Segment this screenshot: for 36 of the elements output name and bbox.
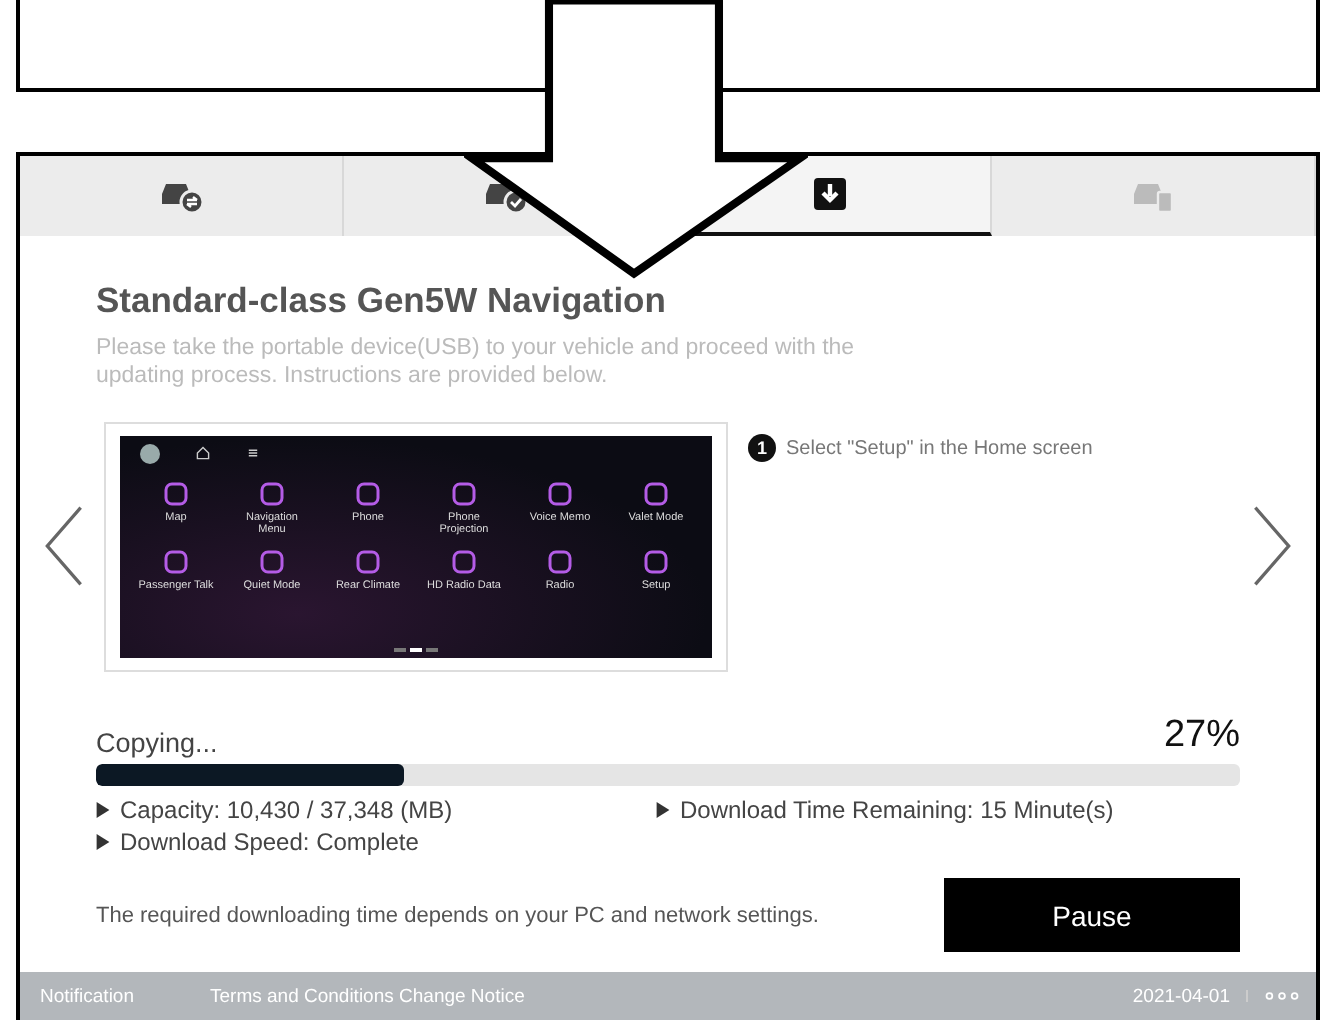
menu-icon — [246, 446, 260, 460]
home-icon — [196, 446, 210, 460]
percent-text: 27% — [1163, 714, 1240, 758]
rounded-square-icon[interactable] — [354, 547, 382, 575]
triangle-bullet-icon — [96, 834, 110, 850]
instruction-text: Select "Setup" in the Home screen — [786, 437, 1093, 459]
info-text: Capacity: 10,430 / 37,348 (MB) — [120, 796, 453, 824]
rounded-square-icon[interactable] — [546, 547, 574, 575]
triangle-bullet-icon — [656, 802, 670, 818]
rounded-square-icon[interactable] — [546, 479, 574, 507]
footer-link[interactable]: Terms and Conditions Change Notice — [210, 985, 525, 1007]
rounded-square-icon[interactable] — [450, 479, 478, 507]
rounded-square-icon[interactable] — [162, 547, 190, 575]
status-text: Copying... — [96, 728, 218, 758]
car-device-icon — [1129, 178, 1177, 214]
rounded-square-icon[interactable] — [258, 547, 286, 575]
rounded-square-icon[interactable] — [258, 479, 286, 507]
info-text: Download Speed: Complete — [120, 828, 419, 856]
triangle-bullet-icon — [96, 802, 110, 818]
date-text: 2021-04-01 — [1132, 985, 1230, 1007]
car-swap-icon — [157, 178, 205, 214]
rounded-square-icon[interactable] — [162, 479, 190, 507]
step-number-badge: 1 — [748, 434, 776, 462]
description-text: Please take the portable device(USB) to your vehicle and proceed with the updating process. Instructions are provided below. — [96, 334, 857, 390]
previous-chevron-icon[interactable] — [44, 502, 84, 590]
next-chevron-icon[interactable] — [1252, 502, 1292, 590]
footer-link[interactable]: Notification — [40, 985, 134, 1007]
note-text: The required downloading time depends on your PC and network settings. — [96, 903, 819, 927]
avatar-circle — [140, 443, 160, 463]
rounded-square-icon[interactable] — [642, 547, 670, 575]
info-text: Download Time Remaining: 15 Minute(s) — [680, 796, 1114, 824]
page-title: Standard-class Gen5W Navigation — [96, 280, 668, 322]
rounded-square-icon[interactable] — [354, 479, 382, 507]
pause-button[interactable]: Pause — [944, 878, 1240, 952]
rounded-square-icon[interactable] — [642, 479, 670, 507]
rounded-square-icon[interactable] — [450, 547, 478, 575]
